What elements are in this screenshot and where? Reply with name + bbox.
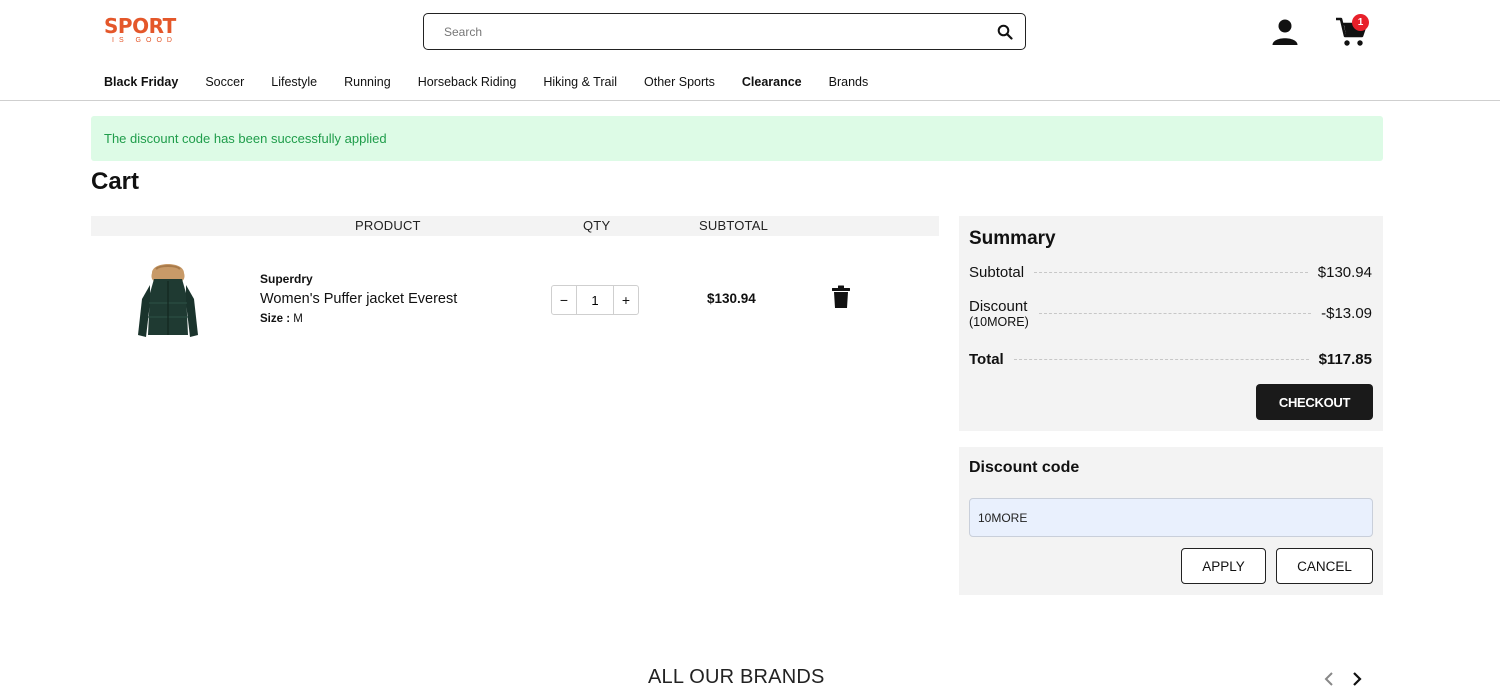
total-label: Total [969,351,1004,368]
discount-code-input[interactable] [969,498,1373,537]
search-button[interactable] [985,14,1025,49]
total-value: $117.85 [1318,351,1372,368]
discount-code-panel: Discount code APPLY CANCEL [959,447,1383,595]
nav-item-brands[interactable]: Brands [829,74,869,90]
nav-item-running[interactable]: Running [344,74,391,90]
summary-title: Summary [969,228,1056,249]
cart-count-badge: 1 [1352,14,1369,31]
nav-item-horseback-riding[interactable]: Horseback Riding [418,74,517,90]
subtotal-label: Subtotal [969,264,1025,281]
decrease-qty-button[interactable]: − [552,286,576,314]
column-header-qty: QTY [583,218,611,233]
logo-text: SPORT [104,14,176,38]
search-input[interactable] [424,14,985,49]
summary-total-row: Total $117.85 [969,351,1372,368]
line-subtotal: $130.94 [707,291,756,306]
summary-subtotal-row: Subtotal $130.94 [969,264,1372,281]
discount-label-group: Discount (10MORE) [969,298,1029,329]
product-name[interactable]: Women's Puffer jacket Everest [260,291,457,307]
discount-code-applied: (10MORE) [969,315,1029,329]
subtotal-value: $130.94 [1317,264,1372,281]
dotted-leader [1013,359,1309,360]
search-icon [997,24,1013,40]
product-image[interactable] [134,259,202,343]
brands-section-title: ALL OUR BRANDS [648,666,825,688]
discount-label: Discount [969,298,1028,315]
dotted-leader [1034,272,1308,273]
trash-icon[interactable] [831,285,851,309]
nav-item-clearance[interactable]: Clearance [742,74,802,90]
success-alert: The discount code has been successfully … [91,116,1383,161]
nav-item-black-friday[interactable]: Black Friday [104,74,178,90]
nav-item-soccer[interactable]: Soccer [205,74,244,90]
product-size: Size : M [260,313,303,325]
order-summary: Summary Subtotal $130.94 Discount (10MOR… [959,216,1383,431]
column-header-product: PRODUCT [355,218,421,233]
page-title: Cart [91,168,140,195]
nav-item-other-sports[interactable]: Other Sports [644,74,715,90]
checkout-button[interactable]: CHECKOUT [1256,384,1373,420]
logo-tagline: IS GOOD [112,37,177,44]
apply-button[interactable]: APPLY [1181,548,1266,584]
alert-message: The discount code has been successfully … [104,131,387,146]
product-brand: Superdry [260,272,313,286]
cart-table-header: PRODUCT QTY SUBTOTAL [91,216,939,236]
dotted-leader [1038,313,1312,314]
cancel-button[interactable]: CANCEL [1276,548,1373,584]
site-logo[interactable]: SPORT IS GOOD [104,15,184,47]
main-nav: Black Friday Soccer Lifestyle Running Ho… [104,74,895,90]
search-bar [423,13,1026,50]
chevron-left-icon[interactable] [1321,670,1337,688]
increase-qty-button[interactable]: + [614,286,638,314]
quantity-input[interactable] [576,286,614,314]
chevron-right-icon[interactable] [1349,670,1365,688]
user-account-icon[interactable] [1270,17,1300,47]
size-label: Size : [260,313,291,325]
column-header-subtotal: SUBTOTAL [699,218,769,233]
summary-discount-row: Discount (10MORE) -$13.09 [969,298,1372,329]
nav-item-hiking-trail[interactable]: Hiking & Trail [543,74,617,90]
header-divider [0,100,1500,101]
quantity-stepper: − + [551,285,639,315]
nav-item-lifestyle[interactable]: Lifestyle [271,74,317,90]
discount-value: -$13.09 [1321,305,1372,322]
discount-code-title: Discount code [969,459,1080,476]
size-value: M [293,313,303,325]
